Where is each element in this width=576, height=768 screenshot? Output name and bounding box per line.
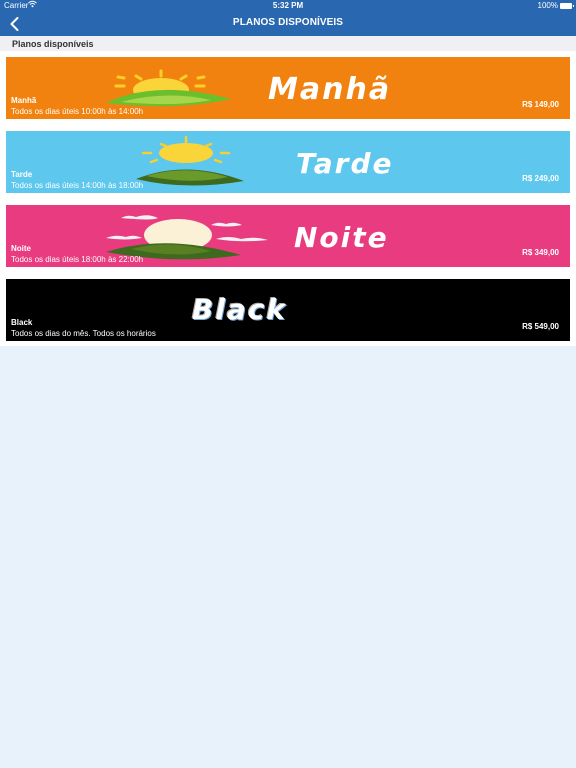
plan-price: R$ 549,00 xyxy=(522,322,559,331)
plans-list: Planos disponíveis Manhã Manhã Todos os … xyxy=(0,36,576,346)
plan-name: Noite xyxy=(11,244,31,253)
status-time: 5:32 PM xyxy=(272,1,304,10)
plan-description: Todos os dias úteis 14:00h às 18:00h xyxy=(11,181,144,190)
page-title: PLANOS DISPONÍVEIS xyxy=(232,17,344,28)
plan-card-tarde[interactable]: Tarde Tarde Todos os dias úteis 14:00h à… xyxy=(6,131,570,193)
plan-name: Black xyxy=(11,318,33,327)
section-header: Planos disponíveis xyxy=(0,36,576,51)
plan-banner-word: Manhã xyxy=(268,72,392,107)
plan-card-black[interactable]: Black Black Todos os dias do mês. Todos … xyxy=(6,279,570,341)
battery-percentage: 100% xyxy=(537,1,558,10)
navigation-bar: PLANOS DISPONÍVEIS xyxy=(0,12,576,36)
plan-banner-word: Tarde xyxy=(296,147,394,180)
plan-price: R$ 149,00 xyxy=(522,100,559,109)
plan-name: Manhã xyxy=(11,96,37,105)
plan-name: Tarde xyxy=(11,170,33,179)
plan-banner-word: Noite xyxy=(294,221,389,254)
plan-price: R$ 349,00 xyxy=(522,248,559,257)
battery-icon xyxy=(560,3,574,9)
plan-description: Todos os dias úteis 10:00h às 14:00h xyxy=(11,107,144,116)
plan-banner-word: Black xyxy=(192,293,288,326)
plan-description: Todos os dias úteis 18:00h às 22:00h xyxy=(11,255,144,264)
plan-description: Todos os dias do mês. Todos os horários xyxy=(11,329,156,338)
plan-card-manha[interactable]: Manhã Manhã Todos os dias úteis 10:00h à… xyxy=(6,57,570,119)
status-bar: Carrier 5:32 PM 100% xyxy=(0,0,576,12)
plan-card-noite[interactable]: Noite Noite Todos os dias úteis 18:00h à… xyxy=(6,205,570,267)
plan-price: R$ 249,00 xyxy=(522,174,559,183)
